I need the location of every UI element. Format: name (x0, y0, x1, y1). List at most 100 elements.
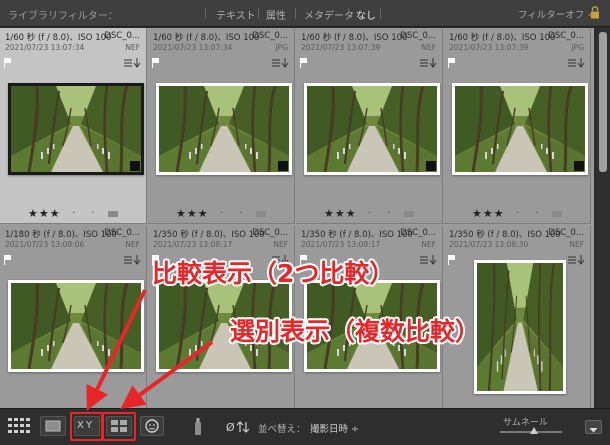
pine-avenue-photo (455, 86, 585, 172)
capture-date: 2021/07/23 13:07:39 (449, 43, 529, 52)
color-label-box[interactable] (256, 211, 266, 217)
metadata-badge-icon[interactable] (419, 57, 437, 69)
capture-date: 2021/07/23 13:08:30 (449, 240, 529, 249)
edited-icon (130, 161, 140, 171)
chevron-down-icon (589, 428, 598, 433)
pine-avenue-photo (477, 263, 563, 391)
photo-thumbnail[interactable] (156, 83, 292, 175)
capture-date: 2021/07/23 13:07:39 (301, 43, 381, 52)
capture-date: 2021/07/23 13:08:17 (301, 240, 381, 249)
color-label-box[interactable] (552, 211, 562, 217)
thumbnail-grid: 1/60 秒 (f / 8.0)、ISO 100 DSC_0... 2021/07/… (0, 28, 594, 408)
pine-avenue-photo (159, 86, 289, 172)
loupe-view-icon (45, 420, 61, 432)
metadata-badge-icon[interactable] (419, 254, 437, 266)
rating-dots[interactable]: · · (220, 206, 249, 219)
file-extension: NEF (421, 43, 436, 52)
photo-cell[interactable]: 1/60 秒 (f / 8.0)、ISO 100 DSC_0... 2021/07/… (0, 28, 147, 224)
exposure-info: 1/350 秒 (f / 8.0)、ISO 100 (449, 230, 561, 240)
library-filter-bar: ライブラリフィルター： テキスト 属性 メタデータ なし フィルターオフ ÷ (0, 0, 610, 27)
photo-thumbnail[interactable] (8, 83, 144, 175)
color-label-box[interactable] (108, 211, 118, 217)
exposure-info: 1/60 秒 (f / 8.0)、ISO 100 (301, 33, 408, 43)
scrollbar-thumb[interactable] (599, 32, 607, 172)
exposure-info: 1/60 秒 (f / 8.0)、ISO 100 (153, 33, 260, 43)
metadata-badge-icon[interactable] (567, 254, 585, 266)
grid-view-icon[interactable] (8, 418, 30, 434)
compare-view-annotation: 比較表示（2つ比較） (152, 259, 395, 288)
capture-date: 2021/07/23 13:08:06 (5, 240, 85, 249)
photo-thumbnail[interactable] (474, 260, 566, 394)
library-toolbar: X Y Ø 並べ替え： 撮影日時 ÷ サムネール (0, 408, 610, 445)
photo-cell[interactable]: 1/60 秒 (f / 8.0)、ISO 100 DSC_0... 2021/07/… (444, 28, 591, 224)
rating-dots[interactable]: · · (368, 206, 397, 219)
flag-icon[interactable] (152, 58, 160, 68)
file-name: DSC_0... (548, 228, 584, 238)
file-extension: NEF (569, 240, 584, 249)
exposure-info: 1/60 秒 (f / 8.0)、ISO 100 (449, 33, 556, 43)
capture-date: 2021/07/23 13:08:17 (153, 240, 233, 249)
star-rating[interactable]: ★★★ (28, 207, 61, 220)
toolbar-content-menu-button[interactable] (585, 420, 602, 434)
star-rating[interactable]: ★★★ (472, 207, 505, 220)
sort-label: 並べ替え： (258, 424, 306, 435)
rating-dots[interactable]: · · (72, 206, 101, 219)
metadata-badge-icon[interactable] (271, 57, 289, 69)
sort-order-dropdown[interactable]: 撮影日時 ÷ (310, 421, 359, 435)
exposure-info: 1/350 秒 (f / 8.0)、ISO 100 (301, 230, 413, 240)
file-extension: NEF (125, 240, 140, 249)
filter-separator (258, 8, 259, 19)
loupe-view-button[interactable] (40, 416, 66, 436)
file-extension: JPG (571, 43, 584, 52)
metadata-badge-icon[interactable] (123, 254, 141, 266)
thumbnail-size-slider-knob[interactable] (530, 427, 539, 434)
flag-icon[interactable] (4, 58, 12, 68)
pine-avenue-photo (307, 86, 437, 172)
file-extension: NEF (125, 43, 140, 52)
lock-icon[interactable] (590, 6, 600, 19)
edited-icon (426, 161, 436, 171)
file-extension: JPG (275, 43, 288, 52)
filter-option-metadata[interactable]: メタデータ (304, 7, 354, 22)
filter-preset-dropdown[interactable]: フィルターオフ ÷ (518, 7, 595, 21)
filter-separator (380, 8, 381, 19)
star-rating[interactable]: ★★★ (324, 207, 357, 220)
flag-icon[interactable] (448, 58, 456, 68)
survey-highlight-box (102, 412, 136, 441)
lightroom-library-window: ライブラリフィルター： テキスト 属性 メタデータ なし フィルターオフ ÷ 1… (0, 0, 610, 445)
face-icon (145, 419, 159, 433)
file-extension: NEF (273, 240, 288, 249)
photo-thumbnail[interactable] (304, 83, 440, 175)
photo-thumbnail[interactable] (452, 83, 588, 175)
file-name: DSC_0... (252, 31, 288, 41)
star-rating[interactable]: ★★★ (176, 207, 209, 220)
filter-option-text[interactable]: テキスト (216, 7, 256, 22)
photo-thumbnail[interactable] (8, 280, 144, 372)
metadata-badge-icon[interactable] (123, 57, 141, 69)
photo-cell[interactable]: 1/180 秒 (f / 8.0)、ISO 100 DSC_0... 2021/07… (0, 225, 147, 408)
photo-cell[interactable]: 1/60 秒 (f / 8.0)、ISO 100 DSC_0... 2021/07/… (148, 28, 295, 224)
pine-avenue-photo (11, 283, 141, 369)
filter-option-none[interactable]: なし (356, 7, 376, 22)
sort-direction-icon[interactable]: Ø (226, 418, 252, 436)
flag-icon[interactable] (300, 58, 308, 68)
people-view-button[interactable] (140, 416, 164, 436)
painter-spray-icon[interactable] (192, 417, 204, 437)
library-filter-title: ライブラリフィルター： (8, 11, 118, 22)
file-name: DSC_0... (400, 228, 436, 238)
photo-cell[interactable]: 1/60 秒 (f / 8.0)、ISO 100 DSC_0... 2021/07/… (296, 28, 443, 224)
rating-dots[interactable]: · · (516, 206, 545, 219)
flag-icon[interactable] (448, 255, 456, 265)
compare-highlight-box (70, 412, 103, 441)
color-label-box[interactable] (404, 211, 414, 217)
file-name: DSC_0... (252, 228, 288, 238)
pine-avenue-photo (11, 86, 141, 172)
metadata-badge-icon[interactable] (567, 57, 585, 69)
file-name: DSC_0... (104, 31, 140, 41)
file-extension: NEF (421, 240, 436, 249)
grid-scrollbar[interactable] (596, 28, 610, 408)
file-name: DSC_0... (400, 31, 436, 41)
flag-icon[interactable] (4, 255, 12, 265)
filter-option-attribute[interactable]: 属性 (266, 7, 286, 22)
exposure-info: 1/350 秒 (f / 8.0)、ISO 100 (153, 230, 265, 240)
